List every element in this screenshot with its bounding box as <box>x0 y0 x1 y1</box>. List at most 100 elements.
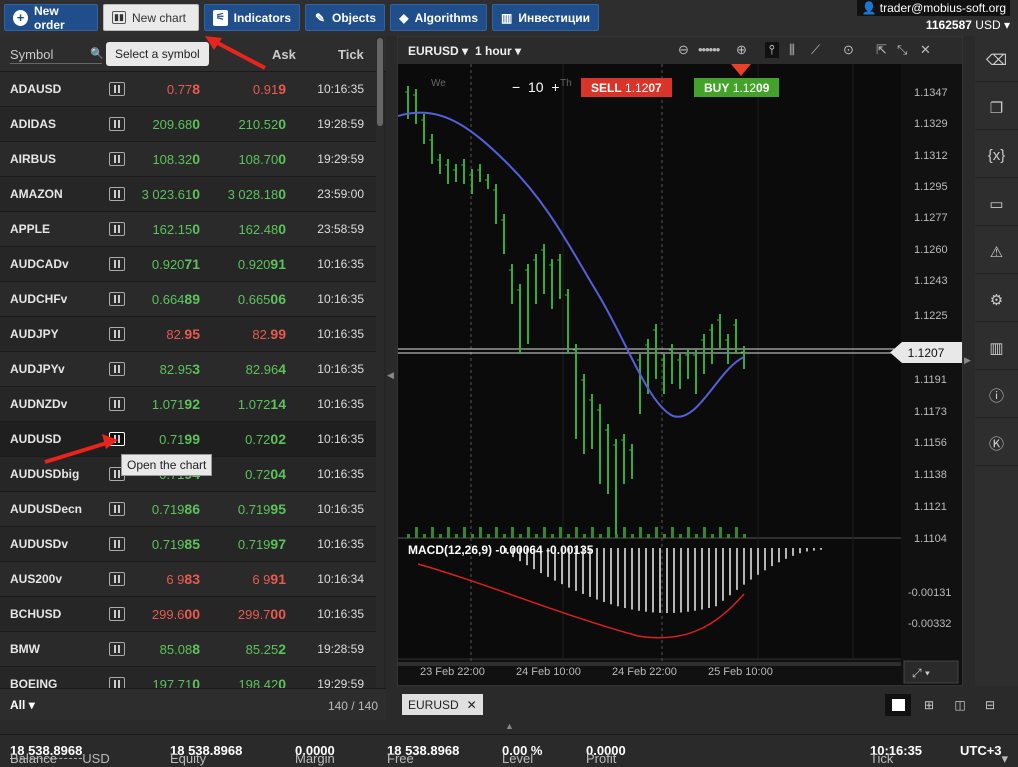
balance-label: Balance <box>10 751 57 766</box>
price-tick-label: 1.1225 <box>914 310 948 322</box>
terminal-icon[interactable]: ▭ <box>975 182 1018 226</box>
layout-rows-icon[interactable]: ⊟ <box>977 694 1003 716</box>
quantity-value[interactable]: 10 <box>528 79 544 95</box>
price-tick-label: 1.1138 <box>914 469 947 481</box>
volume-bar <box>463 527 466 538</box>
level-label: Level <box>502 751 534 766</box>
volume-bar <box>599 534 602 538</box>
line-type-icon[interactable]: ⟋ <box>811 42 820 58</box>
layout-single-icon[interactable] <box>885 694 911 716</box>
time-tick-label: 24 Feb 22:00 <box>612 666 677 678</box>
timezone-select[interactable]: UTC+3 ▾ <box>960 743 1008 766</box>
layout-grid-icon[interactable]: ⊞ <box>916 694 942 716</box>
fullscreen-icon[interactable]: ⤡ <box>897 42 907 58</box>
buy-button[interactable]: BUY 1.12 09 <box>694 78 780 97</box>
status-bar: Balance 18 538.8968 USD Equity 18 538.89… <box>0 734 1018 766</box>
close-icon[interactable]: ✕ <box>467 698 477 712</box>
volume-bar <box>743 534 746 538</box>
volume-bar <box>495 527 498 538</box>
arrowhead-open-chart <box>102 434 118 449</box>
volume-bar <box>511 527 514 538</box>
sell-price-a: 1.12 <box>625 80 649 95</box>
volume-bar <box>655 527 658 538</box>
candle-type-icon[interactable]: ⫯ <box>765 42 779 58</box>
collapse-up-icon[interactable]: ▲ <box>505 721 514 731</box>
tick-time: Tick 10:16:35 <box>870 743 922 766</box>
volume-bar <box>583 534 586 538</box>
collapse-left-icon[interactable]: ◀ <box>387 370 394 381</box>
time-tick-label: 24 Feb 10:00 <box>516 666 581 678</box>
chart-header: EURUSD ▾ 1 hour ▾ ⊖ •••••• ⊕ ⫯ ⫼ ⟋ ⊙ ⇱ ⤡… <box>398 37 962 64</box>
volume-bar <box>663 534 666 538</box>
script-icon[interactable]: {x} <box>975 134 1018 178</box>
sell-button[interactable]: SELL 1.12 07 <box>581 78 672 97</box>
profit: Profit 0.0000 <box>586 743 626 766</box>
volume-bar <box>455 534 458 538</box>
eraser-icon[interactable]: ⌫ <box>975 38 1018 82</box>
volume-bar <box>535 534 538 538</box>
collapse-right-icon[interactable]: ▶ <box>964 355 971 366</box>
volume-bar <box>647 534 650 538</box>
minus-icon[interactable]: − <box>512 79 520 95</box>
zoom-out-icon[interactable]: ⊖ <box>678 42 689 58</box>
dropdown-circle-icon[interactable]: ⊙ <box>843 42 854 58</box>
volume-bar <box>575 527 578 538</box>
price-pane <box>398 64 901 539</box>
timeframe-select[interactable]: 1 hour ▾ <box>475 44 521 58</box>
macd-pane <box>398 539 901 659</box>
tab-label: EURUSD <box>408 697 459 712</box>
volume-bar <box>423 534 426 538</box>
volume-bar <box>415 527 418 538</box>
detach-icon[interactable]: ⇱ <box>876 42 887 58</box>
equity: Equity 18 538.8968 <box>170 743 242 766</box>
layout-columns-icon[interactable]: ◫ <box>947 694 973 716</box>
volume-bar <box>551 534 554 538</box>
buy-price-b: 09 <box>756 80 770 95</box>
close-icon[interactable]: ✕ <box>920 42 931 58</box>
price-tick-label: 1.1312 <box>914 150 948 162</box>
volume-bar <box>719 527 722 538</box>
volume-bar <box>703 527 706 538</box>
volume-bar <box>623 527 626 538</box>
warning-icon[interactable]: ⚠ <box>975 230 1018 274</box>
info-icon[interactable]: ⓘ <box>975 374 1018 418</box>
current-price-tag: 1.1207 <box>890 342 962 363</box>
sell-label: SELL <box>591 80 622 95</box>
volume-bar <box>543 527 546 538</box>
quantity-stepper[interactable]: − 10 + <box>512 79 560 95</box>
volume-bar <box>519 534 522 538</box>
buy-price-a: 1.12 <box>732 80 757 95</box>
price-tick-label: 1.1347 <box>914 87 948 99</box>
chart-symbol: EURUSD <box>408 44 459 58</box>
price-chart[interactable]: We Th 1.1347 1.1329 1.1312 1.1295 1.1277 1.1260… <box>398 64 962 685</box>
volume-bar <box>567 534 570 538</box>
chart-symbol-select[interactable]: EURUSD ▾ <box>408 44 468 58</box>
free-label: Free <box>387 751 414 766</box>
chart-window: EURUSD ▾ 1 hour ▾ ⊖ •••••• ⊕ ⫯ ⫼ ⟋ ⊙ ⇱ ⤡… <box>397 36 963 686</box>
volume-bar <box>447 527 450 538</box>
arrow-to-new-chart <box>211 38 266 70</box>
gear-icon[interactable]: ⚙ <box>975 278 1018 322</box>
day-label-th: Th <box>560 78 572 89</box>
bar-type-icon[interactable]: ⫼ <box>789 42 795 58</box>
balance: Balance 18 538.8968 USD <box>10 743 110 766</box>
price-tick-label: 1.1104 <box>914 533 947 545</box>
timeframe: 1 hour <box>475 44 512 58</box>
margin: Margin 0.0000 <box>295 743 335 766</box>
windows-icon[interactable]: ❐ <box>975 86 1018 130</box>
volume-bar <box>559 527 562 538</box>
stats-icon[interactable]: ▥ <box>975 326 1018 370</box>
tab-eurusd[interactable]: EURUSD ✕ <box>402 694 483 715</box>
price-tick-label: 1.1260 <box>914 244 948 256</box>
zoom-slider[interactable]: •••••• <box>698 42 720 57</box>
volume-bar <box>487 534 490 538</box>
volume-bar <box>695 534 698 538</box>
plus-icon[interactable]: + <box>551 79 559 95</box>
volume-bar <box>687 527 690 538</box>
sell-price-b: 07 <box>648 80 662 95</box>
price-tick-label: 1.1329 <box>914 118 948 130</box>
zoom-in-icon[interactable]: ⊕ <box>736 42 747 58</box>
volume-bar <box>407 534 410 538</box>
k-icon[interactable]: Ⓚ <box>975 422 1018 466</box>
balance-currency: USD <box>82 751 110 766</box>
